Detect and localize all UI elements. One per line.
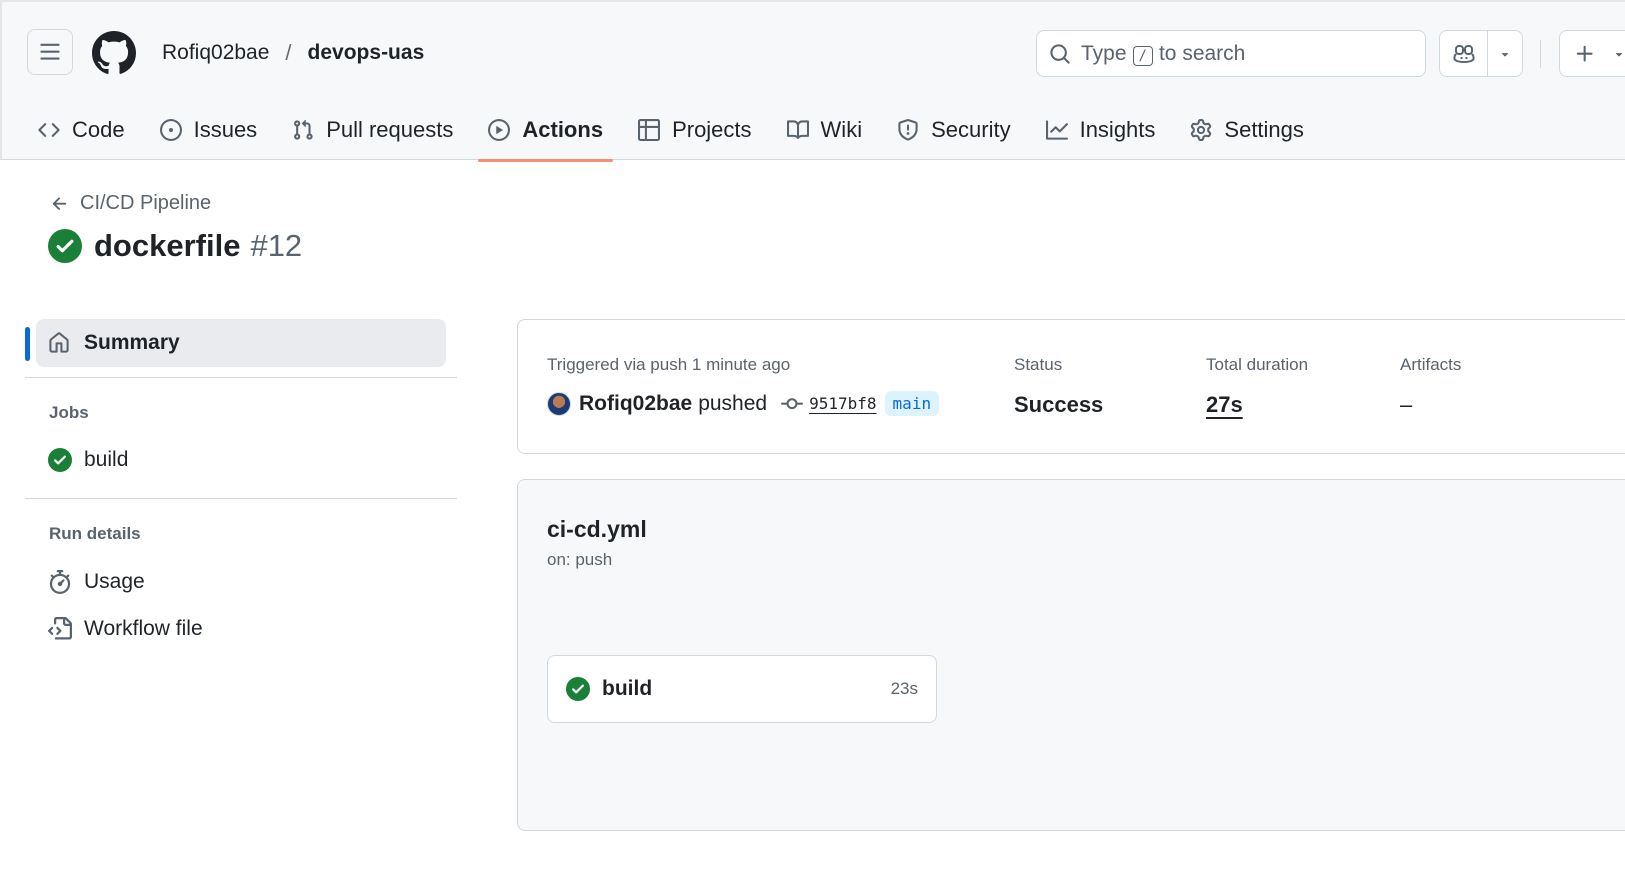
page-title: dockerfile #12 [48, 228, 302, 264]
tab-insights[interactable]: Insights [1036, 106, 1166, 162]
sidebar-item-label: Usage [84, 570, 145, 593]
tab-label: Projects [672, 117, 752, 142]
tab-label: Pull requests [326, 117, 454, 142]
app-header: Rofiq02bae / devops-uas Type/to search [0, 0, 1625, 162]
back-link-label: CI/CD Pipeline [80, 192, 212, 214]
repo-breadcrumb: Rofiq02bae / devops-uas [162, 40, 424, 66]
sidebar-item-workflow-file[interactable]: Workflow file [48, 617, 203, 641]
pull-request-icon [294, 119, 313, 140]
book-icon [786, 120, 809, 139]
tab-actions[interactable]: Actions [478, 106, 613, 162]
tab-label: Wiki [820, 117, 863, 142]
check-circle-fill-icon [48, 448, 72, 472]
tab-label: Security [931, 117, 1011, 142]
run-summary-card: Triggered via push 1 minute ago Rofiq02b… [517, 319, 1625, 454]
repo-nav-tabs: Code Issues Pull requests Actions Projec… [28, 106, 1329, 162]
duration-value[interactable]: 27s [1206, 392, 1243, 418]
run-name: dockerfile [94, 228, 241, 263]
job-duration: 23s [890, 679, 918, 698]
create-new-button[interactable] [1559, 30, 1625, 77]
github-logo-icon[interactable] [92, 31, 136, 75]
check-circle-fill-icon [566, 677, 590, 701]
sidebar-item-label: Workflow file [84, 617, 203, 640]
avatar[interactable] [547, 391, 571, 416]
tab-settings[interactable]: Settings [1180, 106, 1314, 162]
sidebar-divider [25, 498, 457, 499]
workflow-trigger: on: push [547, 550, 613, 569]
tab-label: Actions [522, 117, 604, 142]
menu-button[interactable] [27, 29, 73, 75]
triangle-down-icon [1615, 52, 1623, 57]
status-label: Status [1014, 355, 1063, 374]
sidebar-item-summary[interactable]: Summary [36, 319, 446, 367]
code-icon [38, 123, 60, 137]
tab-projects[interactable]: Projects [628, 106, 761, 162]
active-indicator [25, 327, 30, 361]
file-code-icon [48, 617, 72, 640]
sidebar-item-usage[interactable]: Usage [48, 570, 145, 594]
arrow-left-icon [52, 196, 67, 210]
tab-code[interactable]: Code [28, 106, 135, 162]
search-shortcut-key: / [1132, 45, 1153, 66]
copilot-button-group [1439, 30, 1523, 77]
jobs-heading: Jobs [49, 403, 89, 422]
sidebar-divider [25, 377, 457, 378]
search-icon [1050, 43, 1070, 64]
copilot-button[interactable] [1440, 31, 1488, 76]
search-input[interactable]: Type / to search [1036, 30, 1426, 77]
copilot-icon [1453, 44, 1474, 63]
tab-issues[interactable]: Issues [150, 106, 268, 162]
hamburger-icon [40, 43, 60, 60]
tab-label: Settings [1224, 117, 1304, 142]
tab-label: Code [72, 117, 125, 142]
back-to-workflow-link[interactable]: CI/CD Pipeline [50, 192, 211, 215]
sidebar-item-label: Summary [84, 331, 180, 354]
repo-link[interactable]: devops-uas [308, 41, 425, 65]
sidebar-item-job-build[interactable]: build [48, 448, 128, 472]
commit-sha-link[interactable]: 9517bf8 [809, 394, 876, 413]
actor-link[interactable]: Rofiq02bae [579, 392, 692, 416]
artifacts-label: Artifacts [1400, 355, 1462, 374]
run-details-heading: Run details [49, 524, 141, 543]
job-name: build [602, 677, 653, 700]
header-divider [1540, 40, 1541, 68]
branch-badge[interactable]: main [884, 391, 940, 416]
job-node-build[interactable]: build 23s [547, 655, 937, 723]
triangle-down-icon [1501, 52, 1509, 57]
action-text: pushed [698, 391, 768, 415]
tab-label: Issues [193, 117, 258, 142]
path-separator: / [285, 40, 292, 65]
trigger-text: Triggered via push 1 minute ago [547, 355, 791, 374]
sidebar-item-label: build [84, 448, 129, 471]
check-circle-fill-icon [48, 229, 82, 263]
artifacts-value: – [1400, 392, 1413, 417]
commit-icon [781, 397, 804, 409]
table-icon [638, 119, 661, 141]
run-number: #12 [250, 228, 303, 263]
push-info: Rofiq02bae pushed 9517bf8 main [547, 391, 940, 416]
tab-label: Insights [1079, 117, 1156, 142]
play-icon [488, 119, 511, 141]
copilot-dropdown[interactable] [1488, 31, 1522, 76]
plus-icon [1576, 45, 1593, 62]
workflow-file-name[interactable]: ci-cd.yml [547, 516, 647, 543]
graph-icon [1045, 120, 1068, 140]
tab-pull-requests[interactable]: Pull requests [282, 106, 463, 162]
tab-security[interactable]: Security [887, 106, 1020, 162]
tab-wiki[interactable]: Wiki [777, 106, 873, 162]
search-placeholder: Type / to search [1081, 41, 1246, 66]
shield-icon [898, 119, 918, 141]
issue-icon [159, 119, 182, 141]
status-value: Success [1014, 392, 1104, 417]
workflow-graph: ci-cd.yml on: push build 23s [517, 479, 1625, 831]
gear-icon [1191, 119, 1212, 141]
home-icon [49, 332, 69, 353]
owner-link[interactable]: Rofiq02bae [162, 41, 269, 65]
stopwatch-icon [49, 570, 71, 594]
duration-label: Total duration [1206, 355, 1309, 374]
